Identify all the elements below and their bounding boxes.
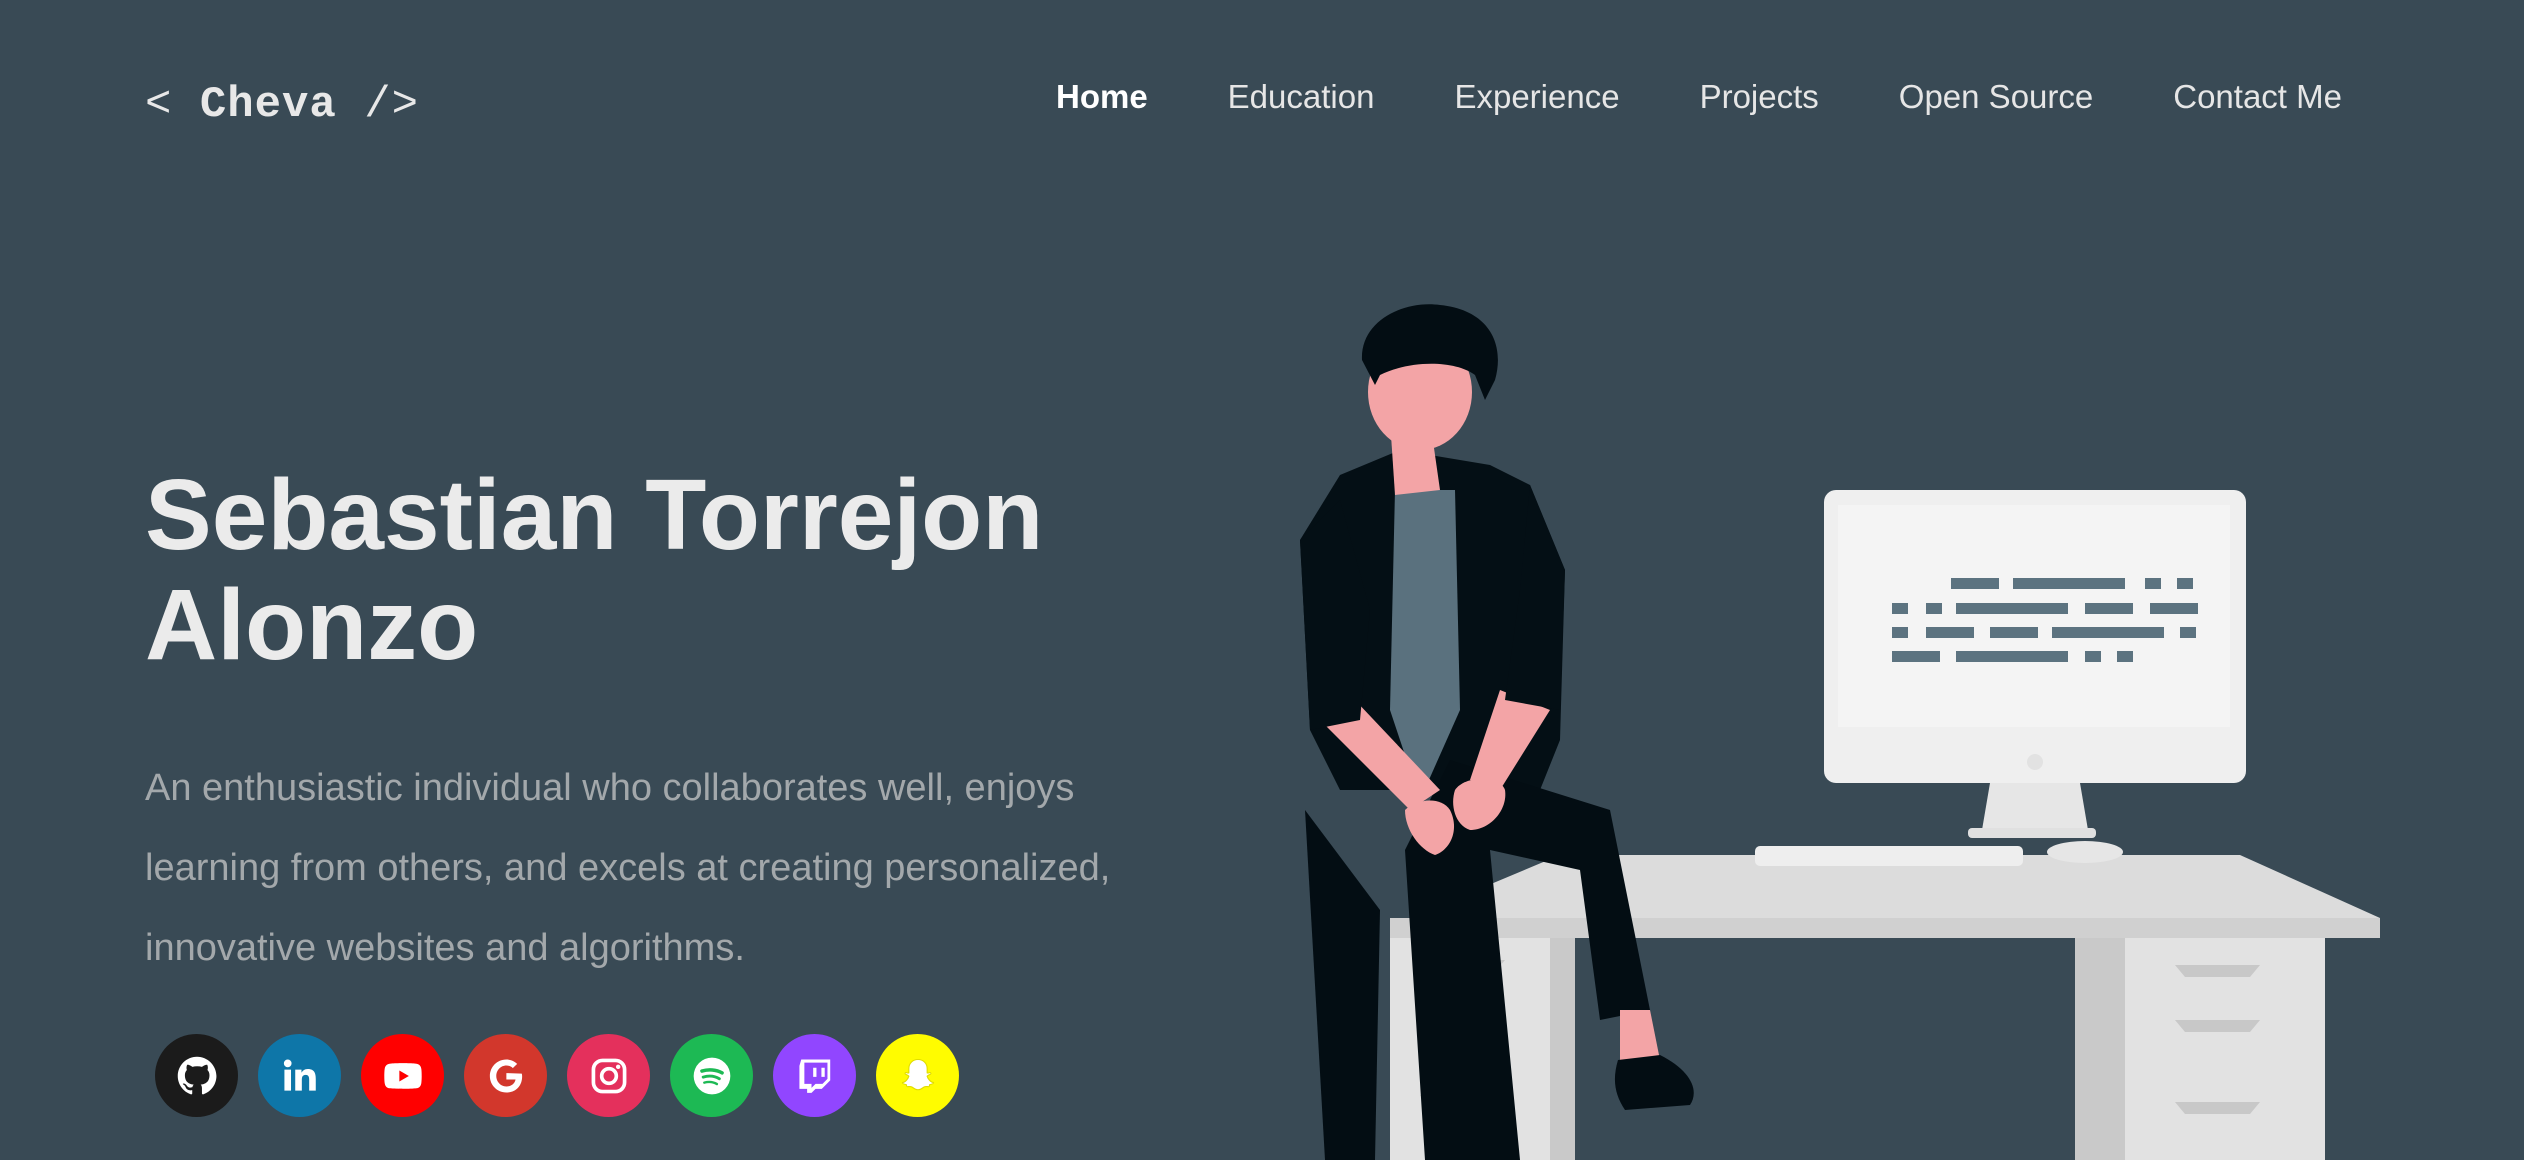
- logo-name: Cheva: [199, 80, 337, 130]
- logo-open-bracket: <: [145, 80, 200, 130]
- instagram-icon: [591, 1058, 626, 1093]
- nav-item-education[interactable]: Education: [1188, 70, 1415, 124]
- nav-item-projects[interactable]: Projects: [1660, 70, 1859, 124]
- spotify-button[interactable]: [670, 1034, 753, 1117]
- twitch-icon: [798, 1059, 830, 1093]
- linkedin-button[interactable]: [258, 1034, 341, 1117]
- nav-item-open-source[interactable]: Open Source: [1859, 70, 2133, 124]
- logo-close-bracket: />: [336, 80, 420, 130]
- spotify-icon: [693, 1057, 730, 1094]
- github-button[interactable]: [155, 1034, 238, 1117]
- site-logo[interactable]: < Cheva />: [145, 80, 419, 130]
- main-nav: Home Education Experience Projects Open …: [1016, 70, 2342, 124]
- developer-at-desk-illustration: [1300, 304, 2380, 1160]
- snapchat-button[interactable]: [876, 1034, 959, 1117]
- hero-description: An enthusiastic individual who collabora…: [145, 767, 1111, 969]
- twitch-button[interactable]: [773, 1034, 856, 1117]
- google-button[interactable]: [464, 1034, 547, 1117]
- nav-item-experience[interactable]: Experience: [1414, 70, 1659, 124]
- nav-item-contact-me[interactable]: Contact Me: [2133, 70, 2342, 124]
- youtube-icon: [383, 1062, 422, 1089]
- social-links: [155, 1034, 959, 1117]
- youtube-button[interactable]: [361, 1034, 444, 1117]
- google-icon: [489, 1059, 522, 1092]
- hero-title: Sebastian Torrejon Alonzo: [145, 459, 1044, 681]
- instagram-button[interactable]: [567, 1034, 650, 1117]
- nav-item-home[interactable]: Home: [1016, 70, 1188, 124]
- snapchat-icon: [901, 1058, 934, 1090]
- github-icon: [177, 1056, 216, 1094]
- linkedin-icon: [283, 1059, 316, 1091]
